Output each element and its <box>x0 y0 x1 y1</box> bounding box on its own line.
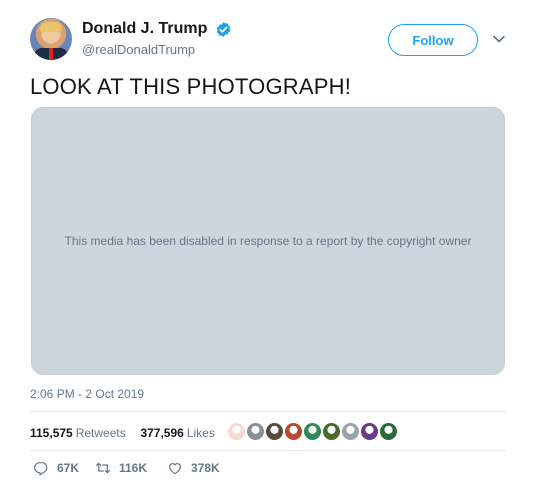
liker-avatar[interactable] <box>264 421 285 442</box>
liker-avatar[interactable] <box>359 421 380 442</box>
like-button[interactable]: 378K <box>167 460 220 476</box>
liker-avatar[interactable] <box>302 421 323 442</box>
liker-avatar[interactable] <box>283 421 304 442</box>
retweets-stat[interactable]: 115,575 Retweets <box>30 426 129 440</box>
liker-avatar[interactable] <box>378 421 399 442</box>
author-display-name[interactable]: Donald J. Trump <box>82 20 207 38</box>
avatar-tie <box>49 48 53 60</box>
likes-label: Likes <box>186 426 215 440</box>
divider <box>30 411 506 412</box>
avatar[interactable] <box>30 18 72 60</box>
retweet-icon <box>96 462 110 474</box>
follow-button[interactable]: Follow <box>388 24 478 56</box>
liker-avatar[interactable] <box>226 421 247 442</box>
likes-stat[interactable]: 377,596 Likes <box>140 426 214 440</box>
divider <box>30 450 506 451</box>
chevron-down-icon[interactable] <box>492 32 506 46</box>
tweet-stats: 115,575 Retweets 377,596 Likes <box>30 426 215 440</box>
liker-avatar[interactable] <box>340 421 361 442</box>
tweet-actions: 67K 116K 378K <box>33 460 220 476</box>
author-handle[interactable]: @realDonaldTrump <box>82 42 232 57</box>
verified-badge-icon <box>216 21 231 37</box>
liker-avatar[interactable] <box>245 421 266 442</box>
liker-avatars <box>226 421 399 443</box>
retweet-button[interactable]: 116K <box>95 460 167 476</box>
reply-count: 67K <box>57 461 80 475</box>
tweet-header: Donald J. Trump @realDonaldTrump Follow <box>30 16 510 62</box>
heart-icon <box>169 463 181 475</box>
tweet-text: LOOK AT THIS PHOTOGRAPH! <box>30 74 352 99</box>
retweet-count: 116K <box>119 461 148 475</box>
reply-button[interactable]: 67K <box>33 460 95 476</box>
media-placeholder: This media has been disabled in response… <box>31 107 505 375</box>
liker-avatar[interactable] <box>321 421 342 442</box>
likes-count: 377,596 <box>140 426 184 440</box>
retweets-label: Retweets <box>75 426 126 440</box>
reply-icon <box>34 462 48 476</box>
retweets-count: 115,575 <box>30 426 73 440</box>
avatar-hair <box>40 22 62 32</box>
tweet-timestamp[interactable]: 2:06 PM - 2 Oct 2019 <box>30 387 144 401</box>
media-disabled-message: This media has been disabled in response… <box>64 234 472 248</box>
author-name-block[interactable]: Donald J. Trump @realDonaldTrump <box>82 20 232 57</box>
like-count: 378K <box>191 461 220 475</box>
